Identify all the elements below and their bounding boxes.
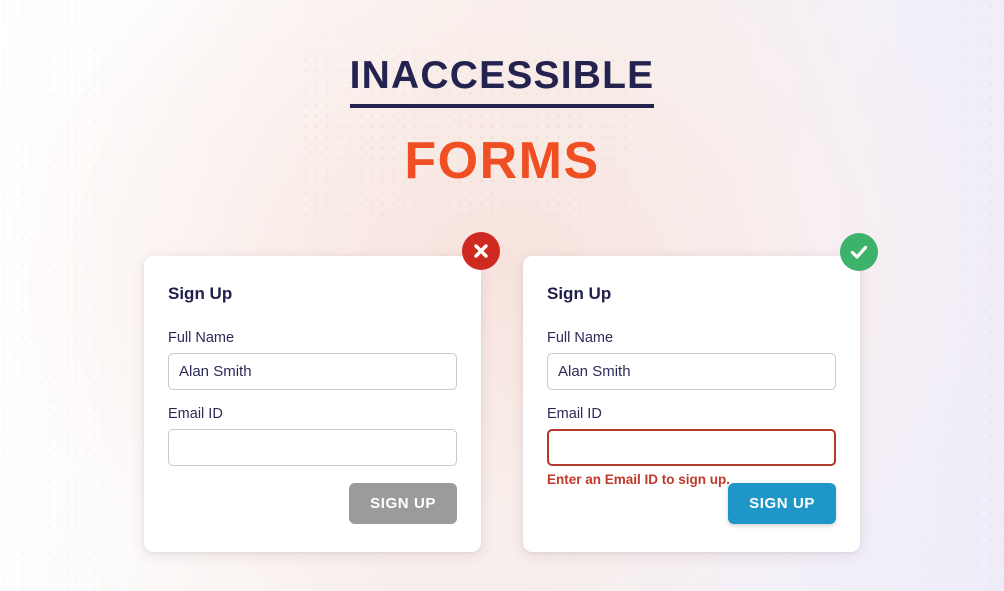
input-email-accessible[interactable] xyxy=(547,429,836,466)
label-email-inaccessible: Email ID xyxy=(168,406,223,422)
success-circle-check-icon xyxy=(840,233,878,271)
field-email-inaccessible: Email ID xyxy=(168,406,457,466)
page-canvas: INACCESSIBLE FORMS Sign Up Full Name Ema… xyxy=(0,0,1004,591)
button-row-inaccessible: SIGN UP xyxy=(349,483,457,524)
input-full-name-accessible[interactable] xyxy=(547,353,836,390)
field-email-accessible: Email ID Enter an Email ID to sign up. xyxy=(547,406,836,487)
button-row-accessible: SIGN UP xyxy=(728,483,836,524)
error-circle-x-icon xyxy=(462,232,500,270)
page-subtitle: FORMS xyxy=(404,132,600,190)
page-heading: INACCESSIBLE FORMS xyxy=(0,56,1004,187)
inaccessible-signup-card: Sign Up Full Name Email ID SIGN UP xyxy=(144,256,481,552)
card-title-accessible: Sign Up xyxy=(547,284,612,303)
page-title: INACCESSIBLE xyxy=(349,56,655,108)
label-full-name-inaccessible: Full Name xyxy=(168,330,235,346)
field-full-name-accessible: Full Name xyxy=(547,330,836,390)
label-email-accessible: Email ID xyxy=(547,406,602,422)
field-full-name-inaccessible: Full Name xyxy=(168,330,457,390)
card-title-inaccessible: Sign Up xyxy=(168,284,233,303)
signup-button-accessible[interactable]: SIGN UP xyxy=(728,483,836,524)
input-full-name-inaccessible[interactable] xyxy=(168,353,457,390)
input-email-inaccessible[interactable] xyxy=(168,429,457,466)
signup-button-inaccessible[interactable]: SIGN UP xyxy=(349,483,457,524)
label-full-name-accessible: Full Name xyxy=(547,330,614,346)
accessible-signup-card: Sign Up Full Name Email ID Enter an Emai… xyxy=(523,256,860,552)
